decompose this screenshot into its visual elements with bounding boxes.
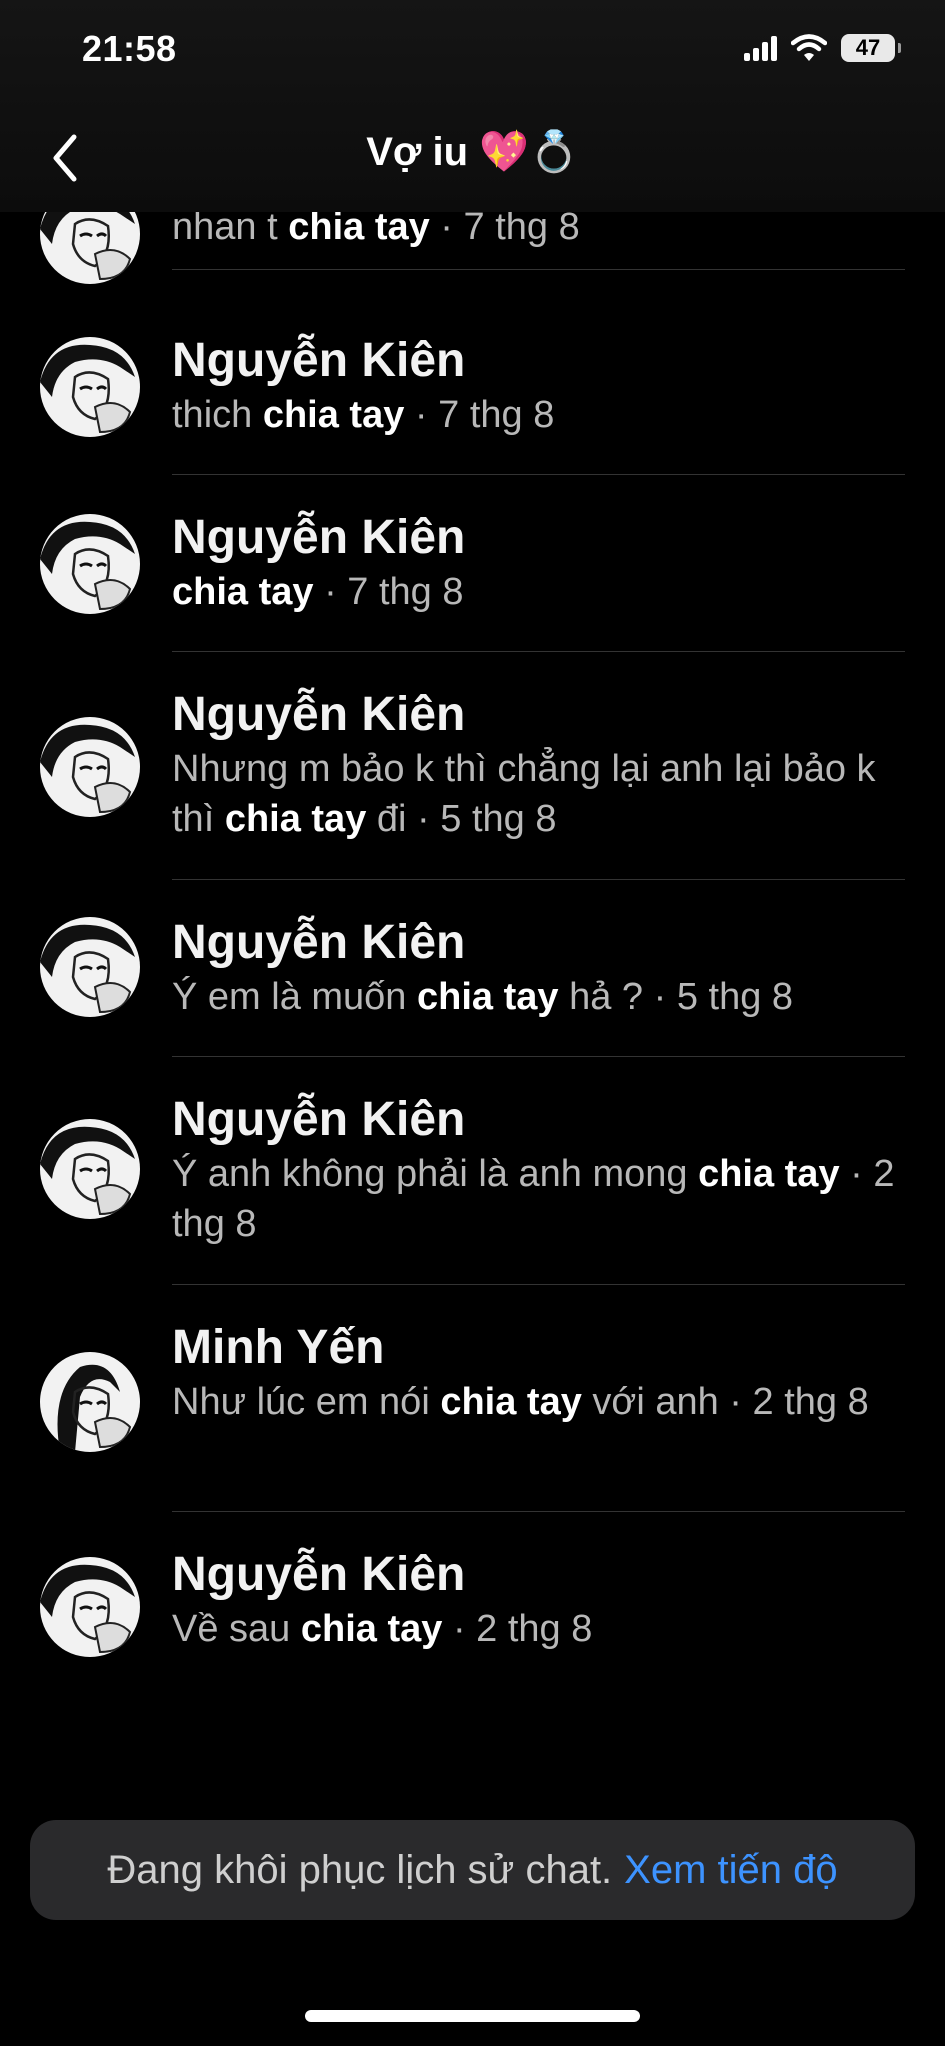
cellular-signal-icon xyxy=(744,35,777,61)
message-date: · 7 thg 8 xyxy=(404,394,555,436)
sender-name: Nguyễn Kiên xyxy=(172,511,466,564)
sender-name: Nguyễn Kiên xyxy=(172,1548,466,1601)
avatar xyxy=(40,917,140,1017)
avatar xyxy=(40,1119,140,1219)
toast-text: Đang khôi phục lịch sử chat. xyxy=(107,1847,613,1892)
result-row[interactable]: Minh Yến Như lúc em nói chia tay với anh … xyxy=(0,1285,945,1512)
status-bar: 21:58 47 xyxy=(0,0,945,100)
snippet-text-after: hả ? xyxy=(558,976,644,1018)
message-snippet: Về sau chia tay · 2 thg 8 xyxy=(172,1604,905,1654)
result-row[interactable]: Nguyễn Kiên thich chia tay · 7 thg 8 xyxy=(0,298,945,475)
avatar xyxy=(40,337,140,437)
message-snippet: Nhưng m bảo k thì chẳng lại anh lại bảo … xyxy=(172,744,905,844)
message-snippet: thich chia tay · 7 thg 8 xyxy=(172,390,905,440)
avatar xyxy=(40,717,140,817)
view-progress-link[interactable]: Xem tiến độ xyxy=(624,1848,837,1893)
page-title[interactable]: Vợ iu 💖💍 xyxy=(0,128,945,175)
message-date: · 2 thg 8 xyxy=(442,1608,593,1650)
search-highlight: chia tay xyxy=(224,798,367,840)
home-indicator xyxy=(305,2010,640,2022)
message-date: · 2 thg 8 xyxy=(718,1381,869,1423)
search-highlight: chia tay xyxy=(698,1153,840,1195)
snippet-text: thich xyxy=(172,394,263,436)
result-row[interactable]: Nguyễn Kiên chia tay · 7 thg 8 xyxy=(0,475,945,652)
snippet-text: Ý anh không phải là anh mong xyxy=(172,1153,699,1195)
message-snippet: Ý em là muốn chia tay hả ? · 5 thg 8 xyxy=(172,972,905,1022)
message-snippet: chia tay · 7 thg 8 xyxy=(172,567,905,617)
result-row[interactable]: Nguyễn Kiên Nhưng m bảo k thì chẳng lại a… xyxy=(0,652,945,880)
message-snippet: Như lúc em nói chia tay với anh · 2 thg … xyxy=(172,1377,905,1427)
avatar xyxy=(40,514,140,614)
message-date: · 7 thg 8 xyxy=(313,571,464,613)
snippet-text: Ý em là muốn xyxy=(172,976,417,1018)
avatar xyxy=(40,1557,140,1657)
sender-name: Minh Yến xyxy=(172,1321,385,1374)
status-time: 21:58 xyxy=(82,28,177,69)
result-row[interactable]: Nguyễn Kiên Ý anh không phải là anh mong … xyxy=(0,1057,945,1285)
search-highlight: chia tay xyxy=(172,571,314,613)
snippet-text: Như lúc em nói xyxy=(172,1381,441,1423)
search-highlight: chia tay xyxy=(300,1608,443,1650)
snippet-text-after: với anh xyxy=(581,1381,719,1423)
search-highlight: chia tay xyxy=(440,1381,582,1423)
restore-toast: Đang khôi phục lịch sử chat. Xem tiến độ xyxy=(30,1820,915,1920)
message-date: · 5 thg 8 xyxy=(643,976,794,1018)
sender-name: Nguyễn Kiên xyxy=(172,916,466,969)
divider xyxy=(172,269,905,270)
avatar xyxy=(40,1352,140,1452)
wifi-icon xyxy=(791,34,827,61)
battery-icon: 47 xyxy=(841,34,901,62)
sender-name: Nguyễn Kiên xyxy=(172,1093,466,1146)
snippet-text-after: đi xyxy=(366,798,407,840)
message-snippet: Ý anh không phải là anh mong chia tay · … xyxy=(172,1149,905,1249)
message-date: · 5 thg 8 xyxy=(406,798,557,840)
message-date: · 7 thg 8 xyxy=(429,206,580,248)
sender-name: Nguyễn Kiên xyxy=(172,334,466,387)
snippet-text: Về sau xyxy=(172,1608,301,1650)
sender-name: Nguyễn Kiên xyxy=(172,688,466,741)
result-row[interactable]: Nguyễn Kiên Ý em là muốn chia tay hả ? · … xyxy=(0,880,945,1057)
snippet-text: nhan t xyxy=(172,206,289,248)
search-highlight: chia tay xyxy=(417,976,559,1018)
search-highlight: chia tay xyxy=(288,206,430,248)
search-highlight: chia tay xyxy=(262,394,405,436)
result-row[interactable]: Nguyễn Kiên Về sau chia tay · 2 thg 8 xyxy=(0,1512,945,1662)
